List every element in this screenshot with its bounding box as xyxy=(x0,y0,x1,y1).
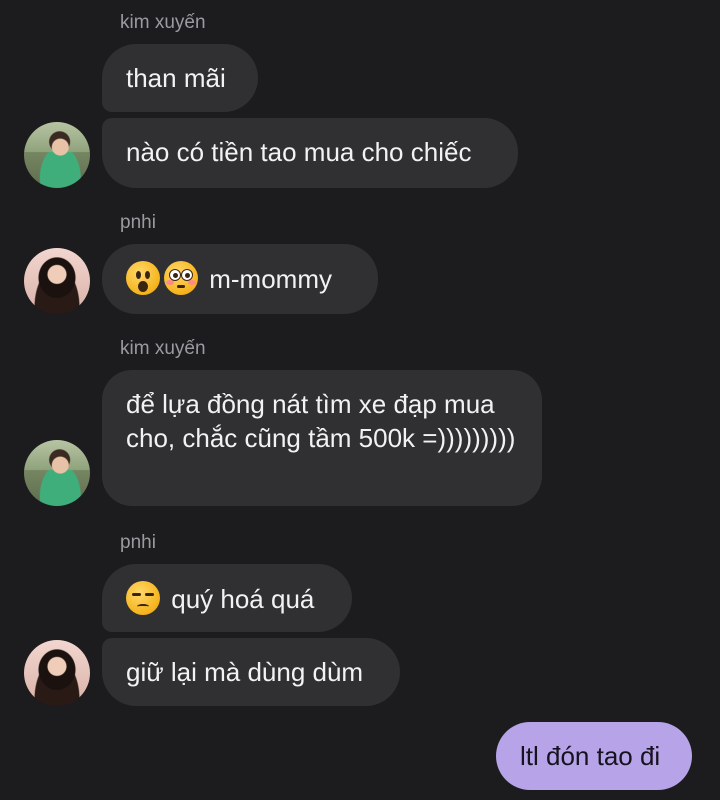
message-text: quý hoá quá xyxy=(171,584,315,614)
avatar-kim-xuyen[interactable] xyxy=(24,440,90,506)
message-text: giữ lại mà dùng dùm xyxy=(126,657,364,687)
message-bubble[interactable]: giữ lại mà dùng dùm xyxy=(102,638,400,706)
unamused-face-emoji xyxy=(126,581,160,615)
message-text: nào có tiền tao mua cho chiếc xyxy=(126,137,472,167)
avatar-pnhi[interactable] xyxy=(24,640,90,706)
sender-name: kim xuyến xyxy=(120,12,206,33)
message-text: ltl đón tao đi xyxy=(520,741,661,771)
message-text: m-mommy xyxy=(209,264,332,294)
message-bubble[interactable]: để lựa đồng nát tìm xe đạp mua cho, chắc… xyxy=(102,370,542,506)
sender-name: pnhi xyxy=(120,212,156,233)
own-message-bubble[interactable]: ltl đón tao đi xyxy=(496,722,692,790)
hushed-face-emoji xyxy=(126,261,160,295)
avatar-kim-xuyen[interactable] xyxy=(24,122,90,188)
message-bubble[interactable]: quý hoá quá xyxy=(102,564,352,632)
message-bubble[interactable]: m-mommy xyxy=(102,244,378,314)
message-bubble[interactable]: than mãi xyxy=(102,44,258,112)
flushed-face-emoji xyxy=(164,261,198,295)
sender-name: kim xuyến xyxy=(120,338,206,359)
message-bubble[interactable]: nào có tiền tao mua cho chiếc xyxy=(102,118,518,188)
message-text: than mãi xyxy=(126,63,226,93)
sender-name: pnhi xyxy=(120,532,156,553)
avatar-pnhi[interactable] xyxy=(24,248,90,314)
message-text: để lựa đồng nát tìm xe đạp mua cho, chắc… xyxy=(126,389,516,453)
